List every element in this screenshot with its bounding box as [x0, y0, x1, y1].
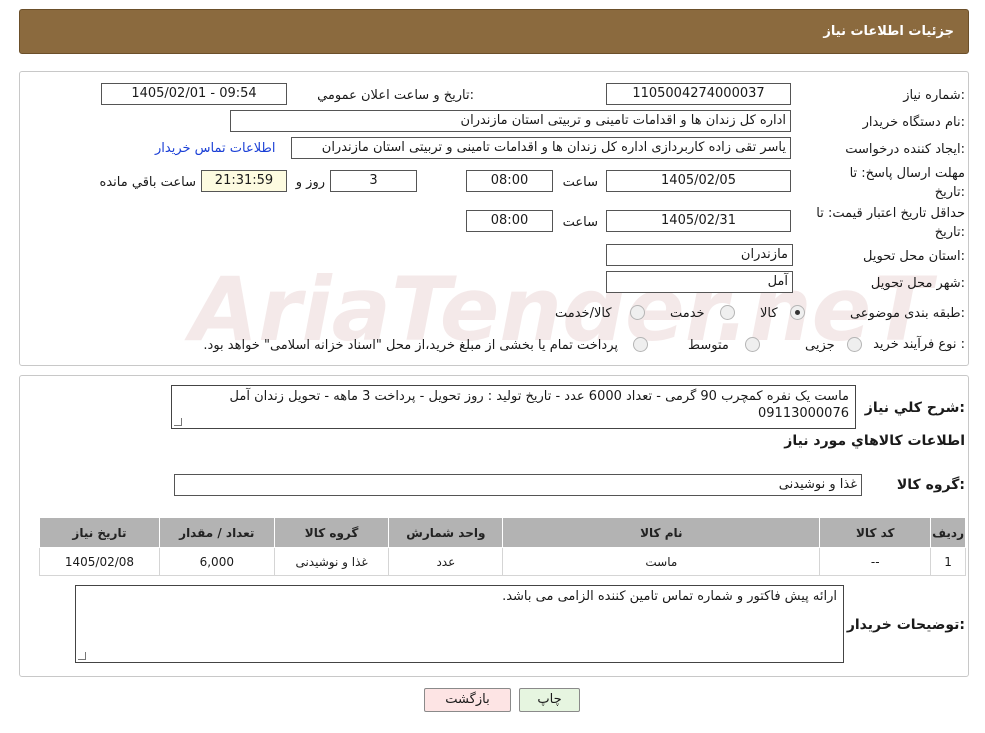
- process-radio-medium[interactable]: [745, 337, 760, 352]
- back-button[interactable]: بازگشت: [424, 688, 511, 712]
- requester-label: ایجاد کننده درخواست:: [845, 142, 965, 157]
- print-button[interactable]: چاپ: [519, 688, 580, 712]
- price-validity-time-label: ساعت: [562, 215, 598, 230]
- need-number-field: 1105004274000037: [606, 83, 791, 105]
- cell-row-number: 1: [930, 547, 966, 576]
- buyer-org-label: نام دستگاه خریدار:: [862, 115, 965, 130]
- remaining-time-label: ساعت باقي مانده: [99, 175, 196, 190]
- announce-datetime-label: تاریخ و ساعت اعلان عمومي:: [317, 88, 474, 103]
- process-option-medium: متوسط: [688, 338, 729, 353]
- deadline-time-label: ساعت: [562, 175, 598, 190]
- process-label: نوع فرآیند خرید :: [873, 337, 965, 352]
- deadline-label-line1: مهلت ارسال پاسخ: تا: [849, 166, 965, 181]
- col-need-date: تاريخ نياز: [39, 517, 160, 548]
- col-group: گروه كالا: [273, 517, 390, 548]
- process-radio-treasury[interactable]: [633, 337, 648, 352]
- buyer-org-field: اداره کل زندان ها و اقدامات تامینی و ترب…: [230, 110, 791, 132]
- price-validity-date-field: 1405/02/31: [606, 210, 791, 232]
- province-label: استان محل تحویل:: [863, 249, 965, 264]
- price-validity-label-line1: حداقل تاریخ اعتبار قیمت: تا: [816, 206, 965, 221]
- category-option-goods: کالا: [760, 306, 778, 321]
- col-quantity: تعداد / مقدار: [158, 517, 275, 548]
- description-textarea[interactable]: ماست یک نفره کمچرب 90 گرمی - تعداد 6000 …: [171, 385, 856, 429]
- process-radio-minor[interactable]: [847, 337, 862, 352]
- category-option-service: خدمت: [670, 306, 705, 321]
- city-field: آمل: [606, 271, 793, 293]
- process-option-minor: جزیی: [805, 338, 835, 353]
- deadline-days-label: روز و: [295, 175, 325, 190]
- category-label: طبقه بندی موضوعی:: [849, 306, 965, 321]
- category-radio-goods-service[interactable]: [630, 305, 645, 320]
- description-label: شرح كلي نياز:: [864, 400, 965, 416]
- description-resize-handle[interactable]: [174, 418, 182, 426]
- cell-need-date: 1405/02/08: [39, 547, 160, 576]
- category-option-goods-service: کالا/خدمت: [555, 306, 612, 321]
- cell-unit: عدد: [388, 547, 504, 576]
- province-field: مازندران: [606, 244, 793, 266]
- table-row: 1 -- ماست عدد غذا و نوشیدنی 6,000 1405/0…: [39, 547, 966, 576]
- deadline-date-field: 1405/02/05: [606, 170, 791, 192]
- cell-item-name: ماست: [502, 547, 821, 576]
- price-validity-label-line2: تاریخ:: [934, 225, 965, 240]
- col-item-code: كد كالا: [819, 517, 932, 548]
- remaining-time-field: 21:31:59: [201, 170, 287, 192]
- deadline-label-line2: تاریخ:: [934, 185, 965, 200]
- announce-datetime-field: 1405/02/01 - 09:54: [101, 83, 287, 105]
- cell-item-code: --: [819, 547, 932, 576]
- buyer-notes-label: توضیحات خریدار:: [846, 617, 965, 633]
- buyer-notes-textarea[interactable]: ارائه پیش فاکتور و شماره تماس تامین کنند…: [75, 585, 844, 663]
- col-row-number: رديف: [930, 517, 966, 548]
- buyer-contact-link[interactable]: اطلاعات تماس خریدار: [155, 141, 275, 156]
- category-radio-goods[interactable]: [790, 305, 805, 320]
- city-label: شهر محل تحویل:: [870, 276, 965, 291]
- goods-table: رديف كد كالا نام كالا واحد شمارش گروه كا…: [39, 517, 966, 576]
- cell-group: غذا و نوشیدنی: [273, 547, 390, 576]
- page-header: جزئیات اطلاعات نیاز: [19, 9, 969, 54]
- category-radio-service[interactable]: [720, 305, 735, 320]
- cell-quantity: 6,000: [158, 547, 275, 576]
- process-treasury-note: پرداخت تمام یا بخشی از مبلغ خرید،از محل …: [203, 338, 618, 353]
- page-title: جزئیات اطلاعات نیاز: [823, 24, 954, 39]
- col-item-name: نام كالا: [502, 517, 821, 548]
- deadline-days-field: 3: [330, 170, 417, 192]
- goods-section-title: اطلاعات كالاهاي مورد نياز: [784, 433, 965, 449]
- need-number-label: شماره نیاز:: [903, 88, 965, 103]
- price-validity-time-field: 08:00: [466, 210, 553, 232]
- buyer-notes-resize-handle[interactable]: [78, 652, 86, 660]
- col-unit: واحد شمارش: [388, 517, 504, 548]
- goods-group-field: غذا و نوشیدنی: [174, 474, 862, 496]
- requester-field: یاسر تقی زاده کاربردازی اداره کل زندان ه…: [291, 137, 791, 159]
- table-header-row: رديف كد كالا نام كالا واحد شمارش گروه كا…: [39, 517, 966, 548]
- goods-group-label: گروه كالا:: [896, 477, 965, 493]
- deadline-time-field: 08:00: [466, 170, 553, 192]
